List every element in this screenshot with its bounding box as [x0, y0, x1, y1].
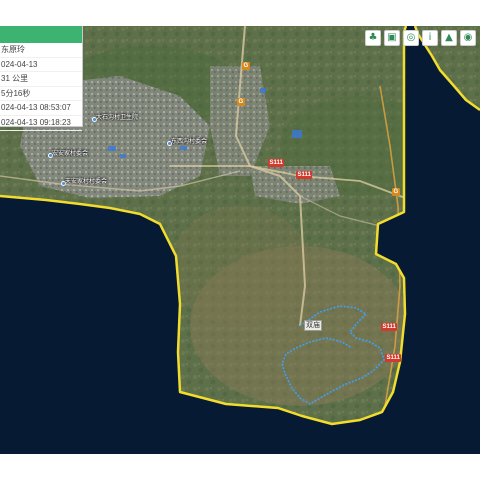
road-label-g: G — [237, 98, 245, 106]
road-label-s111: S111 — [296, 171, 313, 179]
poi-label: 东西沟村委会 — [171, 139, 208, 145]
track-duration: 5分16秒 — [0, 87, 82, 102]
target-icon[interactable]: ◉ — [460, 30, 476, 46]
road-label-s111: S111 — [381, 323, 398, 331]
image-icon[interactable]: ▣ — [384, 30, 400, 46]
road-label-s111: S111 — [268, 159, 285, 167]
track-start-time: 024-04-13 08:53:07 — [0, 101, 82, 116]
terrain-icon[interactable]: ▲ — [441, 30, 457, 46]
poi-label: 天安家村村委会 — [65, 179, 108, 185]
map-toolbar: ♣ ▣ ◎ i ▲ ◉ — [365, 30, 476, 46]
track-end-time: 024-04-13 09:18:23 — [0, 116, 82, 131]
track-location-label: 双庙 — [304, 320, 322, 331]
poi-label: 大石沟村卫生院 — [96, 115, 139, 121]
panel-header — [0, 26, 82, 43]
road-label-s111: S111 — [385, 354, 402, 362]
track-distance: 31 公里 — [0, 72, 82, 87]
tree-icon[interactable]: ♣ — [365, 30, 381, 46]
road-label-g: G — [242, 62, 250, 70]
layers-icon[interactable]: ◎ — [403, 30, 419, 46]
track-name: 东原玲 — [0, 43, 82, 58]
track-date: 024-04-13 — [0, 58, 82, 73]
info-icon[interactable]: i — [422, 30, 438, 46]
track-info-panel: 东原玲 024-04-13 31 公里 5分16秒 024-04-13 08:5… — [0, 26, 83, 131]
map-view[interactable]: 东原玲 024-04-13 31 公里 5分16秒 024-04-13 08:5… — [0, 26, 480, 454]
road-label-g: G — [392, 188, 400, 196]
poi-label: 宏安家村委会 — [52, 151, 89, 157]
